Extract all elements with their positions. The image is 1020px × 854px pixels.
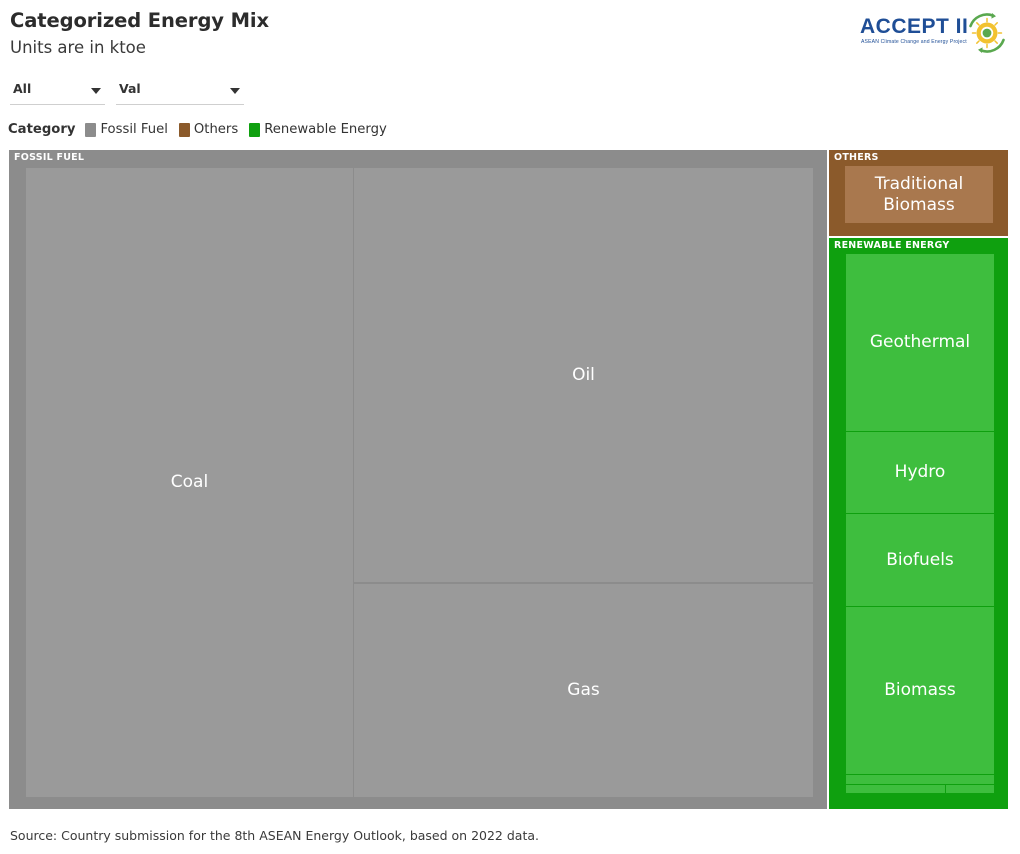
chevron-down-icon bbox=[230, 88, 240, 94]
treemap-cell-minor-1[interactable] bbox=[846, 775, 994, 784]
legend-label-renewable-energy: Renewable Energy bbox=[264, 122, 387, 137]
treemap-cell-minor-2[interactable] bbox=[846, 785, 945, 793]
chevron-down-icon bbox=[91, 88, 101, 94]
accept-ii-logo: ACCEPT II ASEAN Climate Change and Energ… bbox=[860, 12, 1008, 56]
group-header-renewable-energy: RENEWABLE ENERGY bbox=[834, 240, 950, 251]
page-subtitle: Units are in ktoe bbox=[10, 38, 146, 57]
category-legend: Category Fossil Fuel Others Renewable En… bbox=[8, 121, 398, 138]
group-header-others: OTHERS bbox=[834, 152, 879, 163]
legend-item-fossil-fuel[interactable]: Fossil Fuel bbox=[85, 122, 168, 137]
treemap-cell-gas[interactable]: Gas bbox=[354, 584, 813, 797]
legend-swatch-renewable-energy bbox=[249, 122, 261, 137]
logo-wordmark: ACCEPT II bbox=[860, 15, 969, 38]
treemap-cell-label: Gas bbox=[567, 680, 600, 701]
treemap-cell-label: Hydro bbox=[894, 462, 946, 483]
measure-filter-dropdown[interactable]: Val bbox=[116, 78, 244, 105]
treemap-cell-label: Biofuels bbox=[886, 549, 954, 570]
legend-title: Category bbox=[8, 122, 76, 137]
treemap-cell-oil[interactable]: Oil bbox=[354, 168, 813, 582]
measure-filter-value: Val bbox=[119, 81, 141, 96]
treemap-cell-coal[interactable]: Coal bbox=[26, 168, 353, 797]
legend-swatch-fossil-fuel bbox=[85, 122, 97, 137]
treemap-cell-label: Coal bbox=[170, 472, 209, 493]
legend-item-renewable-energy[interactable]: Renewable Energy bbox=[249, 122, 387, 137]
treemap-cell-biomass[interactable]: Biomass bbox=[846, 607, 994, 774]
source-note: Source: Country submission for the 8th A… bbox=[10, 828, 539, 843]
legend-swatch-others bbox=[178, 122, 190, 137]
treemap-cell-traditional-biomass[interactable]: Traditional Biomass bbox=[845, 166, 993, 223]
treemap-cell-label: Traditional Biomass bbox=[874, 174, 964, 215]
treemap-cell-label: Oil bbox=[572, 364, 595, 385]
treemap-cell-label: Geothermal bbox=[869, 332, 971, 353]
logo-tagline: ASEAN Climate Change and Energy Project bbox=[861, 39, 967, 45]
legend-label-fossil-fuel: Fossil Fuel bbox=[100, 122, 168, 137]
legend-item-others[interactable]: Others bbox=[178, 122, 239, 137]
treemap-cell-geothermal[interactable]: Geothermal bbox=[846, 254, 994, 431]
treemap-group-others: OTHERS Traditional Biomass bbox=[829, 150, 1008, 236]
energy-mix-treemap: FOSSIL FUEL Coal Oil Gas OTHERS Traditio… bbox=[9, 150, 1008, 809]
country-filter-value: All bbox=[13, 81, 32, 96]
page-title: Categorized Energy Mix bbox=[10, 9, 269, 32]
treemap-group-renewable-energy: RENEWABLE ENERGY Geothermal Hydro Biofue… bbox=[829, 238, 1008, 809]
group-header-fossil-fuel: FOSSIL FUEL bbox=[14, 152, 85, 163]
treemap-cell-minor-3[interactable] bbox=[946, 785, 994, 793]
sun-arrows-logo-icon bbox=[969, 13, 1005, 53]
country-filter-dropdown[interactable]: All bbox=[10, 78, 105, 105]
page-header: Categorized Energy Mix Units are in ktoe… bbox=[0, 0, 1020, 70]
legend-label-others: Others bbox=[193, 122, 239, 137]
treemap-cell-label: Biomass bbox=[884, 680, 956, 701]
treemap-cell-biofuels[interactable]: Biofuels bbox=[846, 514, 994, 606]
treemap-group-fossil-fuel: FOSSIL FUEL Coal Oil Gas bbox=[9, 150, 827, 809]
treemap-cell-hydro[interactable]: Hydro bbox=[846, 432, 994, 513]
